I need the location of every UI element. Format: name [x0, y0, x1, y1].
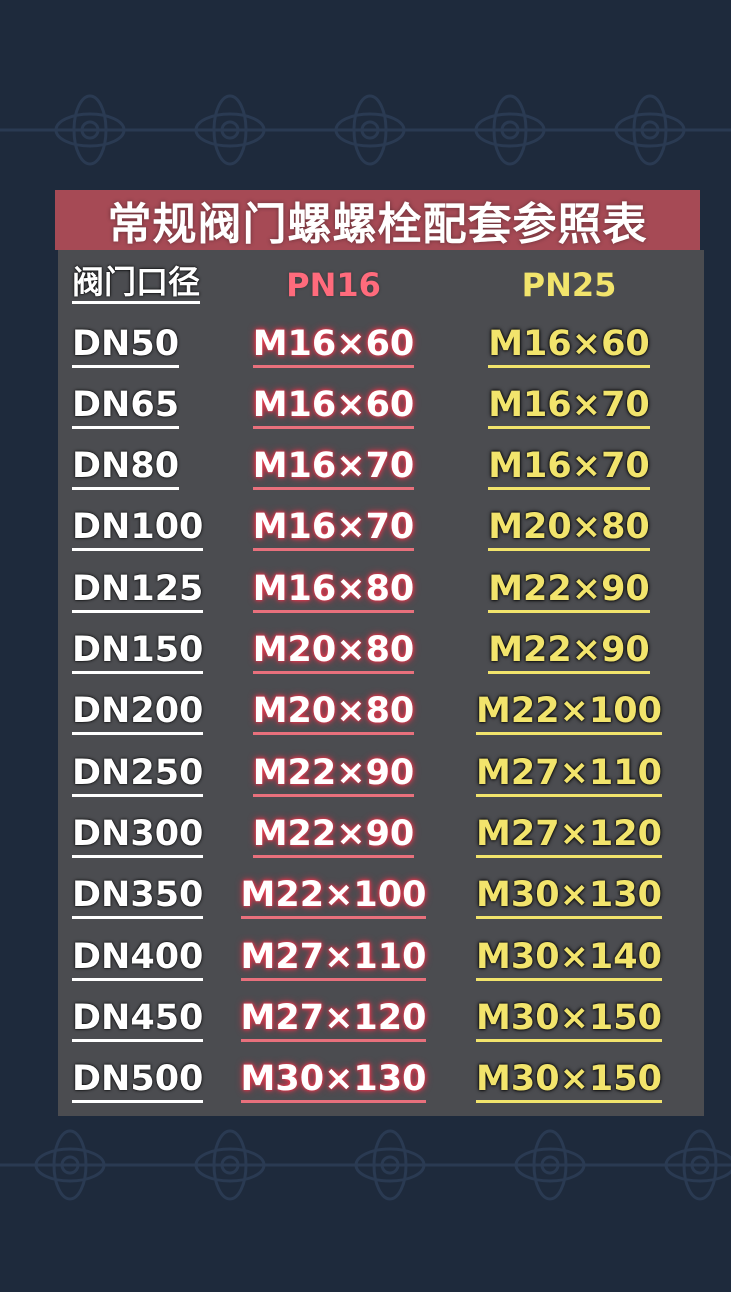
pn25-bolt-cell: M20×80	[488, 510, 650, 552]
valve-size-cell: DN50	[72, 326, 180, 368]
valve-size-cell: DN400	[72, 939, 204, 981]
table-row: DN400 M27×110 M30×140	[58, 929, 704, 991]
pn16-bolt-cell: M16×60	[252, 326, 415, 368]
valve-size-cell: DN65	[72, 387, 180, 429]
valve-size-cell: DN150	[72, 633, 204, 674]
pn16-bolt-cell: M22×90	[252, 816, 415, 858]
pn25-bolt-cell: M16×70	[488, 449, 650, 491]
table-row: DN250 M22×90 M27×110	[58, 745, 704, 807]
table-row: DN500 M30×130 M30×150	[58, 1052, 704, 1114]
valve-size-cell: DN100	[72, 510, 204, 552]
valve-size-cell: DN350	[72, 878, 204, 920]
floral-pattern-top	[0, 94, 731, 166]
table-row: DN80 M16×70 M16×70	[58, 439, 704, 501]
table-header-row: 阀门口径 PN16 PN25	[58, 254, 704, 316]
valve-size-cell: DN500	[72, 1062, 204, 1104]
header-pn16: PN16	[286, 266, 381, 304]
valve-size-cell: DN250	[72, 755, 204, 797]
floral-pattern-bottom	[0, 1129, 731, 1201]
valve-size-cell: DN125	[72, 571, 204, 613]
pn25-bolt-cell: M30×140	[476, 939, 662, 981]
table-row: DN100 M16×70 M20×80	[58, 500, 704, 562]
pn16-bolt-cell: M27×110	[240, 939, 427, 981]
table-row: DN125 M16×80 M22×90	[58, 561, 704, 623]
valve-size-cell: DN80	[72, 449, 180, 491]
pn16-bolt-cell: M22×100	[240, 878, 427, 920]
pn25-bolt-cell: M16×60	[488, 326, 650, 368]
pn16-bolt-cell: M16×80	[252, 571, 415, 613]
table-row: DN50 M16×60 M16×60	[58, 316, 704, 378]
table-row: DN300 M22×90 M27×120	[58, 806, 704, 868]
table-row: DN65 M16×60 M16×70	[58, 377, 704, 439]
page-title: 常规阀门螺螺栓配套参照表	[55, 190, 700, 250]
table-row: DN450 M27×120 M30×150	[58, 990, 704, 1052]
valve-size-cell: DN200	[72, 694, 204, 736]
header-pn25: PN25	[521, 266, 617, 304]
pn16-bolt-cell: M16×60	[252, 387, 415, 429]
pn16-bolt-cell: M16×70	[252, 449, 415, 491]
pn25-bolt-cell: M27×110	[476, 755, 662, 797]
pn25-bolt-cell: M22×90	[488, 571, 650, 613]
valve-size-cell: DN450	[72, 1000, 204, 1042]
pn16-bolt-cell: M20×80	[252, 633, 415, 674]
pn25-bolt-cell: M16×70	[488, 387, 650, 429]
pn25-bolt-cell: M30×130	[476, 878, 662, 920]
pn25-bolt-cell: M30×150	[476, 1062, 662, 1104]
pn16-bolt-cell: M22×90	[252, 755, 415, 797]
header-valve-size: 阀门口径	[72, 266, 201, 304]
pn16-bolt-cell: M16×70	[252, 510, 415, 552]
pn16-bolt-cell: M20×80	[252, 694, 415, 736]
pn25-bolt-cell: M22×90	[488, 633, 650, 674]
table-row: DN200 M20×80 M22×100	[58, 684, 704, 746]
table-row: DN350 M22×100 M30×130	[58, 868, 704, 930]
pn25-bolt-cell: M22×100	[476, 694, 662, 736]
pn25-bolt-cell: M30×150	[476, 1000, 662, 1042]
pn25-bolt-cell: M27×120	[476, 816, 662, 858]
pn16-bolt-cell: M30×130	[240, 1062, 427, 1104]
pn16-bolt-cell: M27×120	[240, 1000, 427, 1042]
table-row: DN150 M20×80 M22×90	[58, 623, 704, 685]
valve-size-cell: DN300	[72, 816, 204, 858]
